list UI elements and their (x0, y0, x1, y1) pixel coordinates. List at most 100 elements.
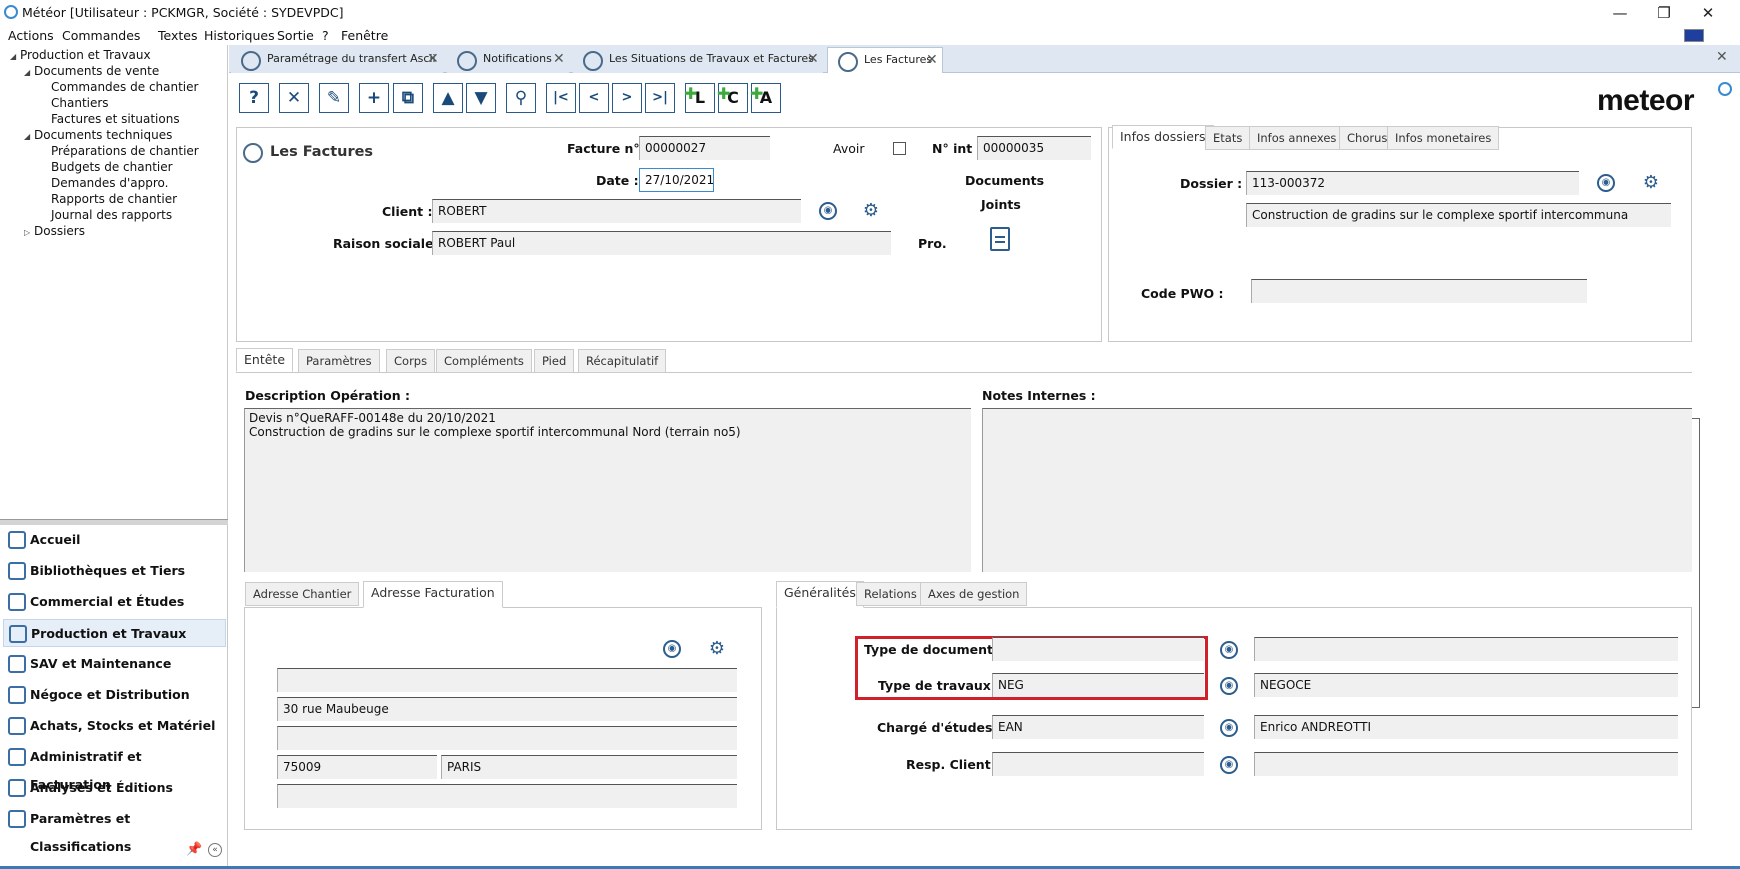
tab-infos-dossiers[interactable]: Infos dossiers (1112, 125, 1214, 149)
copy-button[interactable]: ⧉ (393, 83, 423, 113)
facture-number-field[interactable]: 00000027 (639, 136, 770, 160)
tree-item[interactable]: ◢ Documents de vente (24, 64, 159, 78)
type-document-desc-field[interactable] (1254, 637, 1678, 661)
address-line1-field[interactable] (277, 668, 737, 692)
tree-item[interactable]: Commandes de chantier (51, 80, 198, 94)
close-button[interactable]: ✕ (1686, 2, 1730, 24)
add-button[interactable]: + (359, 83, 389, 113)
nav-commercial[interactable]: Commercial et Études (3, 588, 226, 616)
menu-help[interactable]: ? (322, 25, 329, 46)
nav-negoce[interactable]: Négoce et Distribution (3, 681, 226, 709)
tree-item[interactable]: ▷ Dossiers (24, 224, 85, 238)
dossier-field[interactable]: 113-000372 (1246, 171, 1579, 195)
tab-generalites[interactable]: Généralités (776, 581, 864, 608)
document-icon[interactable] (990, 227, 1010, 251)
menu-sortie[interactable]: Sortie (277, 25, 314, 46)
tab-pied[interactable]: Pied (534, 349, 575, 373)
tree-item[interactable]: ◢ Documents techniques (24, 128, 172, 142)
nav-administratif[interactable]: Administratif et Facturation (3, 743, 226, 792)
tree-item[interactable]: Journal des rapports (51, 208, 172, 222)
description-textarea[interactable]: Devis n°QueRAFF-00148e du 20/10/2021 Con… (244, 408, 971, 572)
tab-relations[interactable]: Relations (856, 582, 925, 606)
select-type-travaux-icon[interactable]: ◉ (1220, 677, 1238, 695)
last-button[interactable]: >| (645, 83, 675, 113)
tab-situations[interactable]: Les Situations de Travaux et Factures ✕ (573, 47, 823, 73)
close-icon[interactable]: ✕ (427, 52, 439, 66)
scrollbar[interactable] (1692, 418, 1700, 708)
pwo-field[interactable] (1251, 279, 1587, 303)
avoir-checkbox[interactable] (893, 142, 906, 155)
menu-commandes[interactable]: Commandes (62, 25, 140, 46)
notes-textarea[interactable] (982, 408, 1692, 572)
help-button[interactable]: ? (239, 83, 269, 113)
tab-parametres[interactable]: Paramètres (298, 349, 380, 373)
charge-etudes-desc-field[interactable]: Enrico ANDREOTTI (1254, 715, 1678, 739)
city-field[interactable]: PARIS (441, 755, 737, 779)
menu-actions[interactable]: Actions (8, 25, 54, 46)
gear-icon[interactable]: ⚙ (862, 202, 880, 220)
date-field[interactable]: 27/10/2021 (639, 168, 714, 192)
gear-icon[interactable]: ⚙ (1642, 174, 1660, 192)
tab-recapitulatif[interactable]: Récapitulatif (578, 349, 667, 373)
tab-adresse-chantier[interactable]: Adresse Chantier (245, 582, 360, 606)
prev-button[interactable]: < (579, 83, 609, 113)
tab-factures[interactable]: Les Factures ✕ (827, 47, 943, 73)
tab-notifications[interactable]: Notifications ✕ (447, 47, 569, 73)
raison-sociale-field[interactable]: ROBERT Paul (432, 231, 891, 255)
resp-client-desc-field[interactable] (1254, 752, 1678, 776)
tab-infos-annexes[interactable]: Infos annexes (1249, 126, 1345, 150)
tree-item[interactable]: Demandes d'appro. (51, 176, 168, 190)
nav-parametres[interactable]: Paramètres et Classifications (3, 805, 226, 854)
menu-textes[interactable]: Textes (158, 25, 197, 46)
tree-item[interactable]: ◢ Production et Travaux (10, 48, 151, 62)
tree-item[interactable]: Préparations de chantier (51, 144, 199, 158)
close-icon[interactable]: ✕ (807, 52, 819, 66)
collapse-icon[interactable]: « (208, 843, 222, 857)
tab-infos-monetaires[interactable]: Infos monetaires (1387, 126, 1500, 150)
tab-adresse-facturation[interactable]: Adresse Facturation (363, 581, 503, 608)
tree-item[interactable]: Factures et situations (51, 112, 180, 126)
minimize-button[interactable]: — (1598, 2, 1642, 24)
tree-item[interactable]: Rapports de chantier (51, 192, 177, 206)
tab-entete[interactable]: Entête (236, 348, 294, 372)
nav-achats[interactable]: Achats, Stocks et Matériel (3, 712, 226, 740)
select-resp-client-icon[interactable]: ◉ (1220, 756, 1238, 774)
menu-historiques[interactable]: Historiques (204, 25, 275, 46)
postal-code-field[interactable]: 75009 (277, 755, 437, 779)
nav-accueil[interactable]: Accueil (3, 526, 226, 554)
delete-button[interactable]: ✕ (279, 83, 309, 113)
tab-complements[interactable]: Compléments (436, 349, 532, 373)
search-button[interactable]: ⚲ (506, 83, 536, 113)
resp-client-code-field[interactable] (992, 752, 1204, 776)
move-up-button[interactable]: ▲ (433, 83, 463, 113)
add-line-button[interactable]: ✚ L (684, 83, 715, 113)
close-icon[interactable]: ✕ (553, 52, 565, 66)
tree-item[interactable]: Budgets de chantier (51, 160, 173, 174)
next-button[interactable]: > (612, 83, 642, 113)
address-line2-field[interactable]: 30 rue Maubeuge (277, 697, 737, 721)
select-type-document-icon[interactable]: ◉ (1220, 641, 1238, 659)
restore-button[interactable]: ❐ (1642, 2, 1686, 24)
dossier-description-field[interactable]: Construction de gradins sur le complexe … (1246, 203, 1671, 227)
type-travaux-code-field[interactable]: NEG (992, 673, 1204, 697)
edit-button[interactable]: ✎ (319, 83, 349, 113)
move-down-button[interactable]: ▼ (466, 83, 496, 113)
select-address-icon[interactable]: ◉ (663, 640, 681, 658)
type-document-code-field[interactable] (992, 637, 1204, 661)
tab-etats[interactable]: Etats (1205, 126, 1251, 150)
charge-etudes-code-field[interactable]: EAN (992, 715, 1204, 739)
menu-fenetre[interactable]: Fenêtre (341, 25, 388, 46)
tree-item[interactable]: Chantiers (51, 96, 109, 110)
nint-field[interactable]: 00000035 (977, 136, 1091, 160)
nav-bibliotheques[interactable]: Bibliothèques et Tiers (3, 557, 226, 585)
select-charge-etudes-icon[interactable]: ◉ (1220, 719, 1238, 737)
client-field[interactable]: ROBERT (432, 199, 801, 223)
first-button[interactable]: |< (546, 83, 576, 113)
add-article-button[interactable]: ✚ A (750, 83, 781, 113)
type-travaux-desc-field[interactable]: NEGOCE (1254, 673, 1678, 697)
tab-parametrage[interactable]: Paramétrage du transfert Ascii ✕ (231, 47, 443, 73)
close-icon[interactable]: ✕ (926, 53, 938, 67)
tab-corps[interactable]: Corps (386, 349, 436, 373)
close-all-icon[interactable]: ✕ (1716, 49, 1728, 65)
nav-sav[interactable]: SAV et Maintenance (3, 650, 226, 678)
